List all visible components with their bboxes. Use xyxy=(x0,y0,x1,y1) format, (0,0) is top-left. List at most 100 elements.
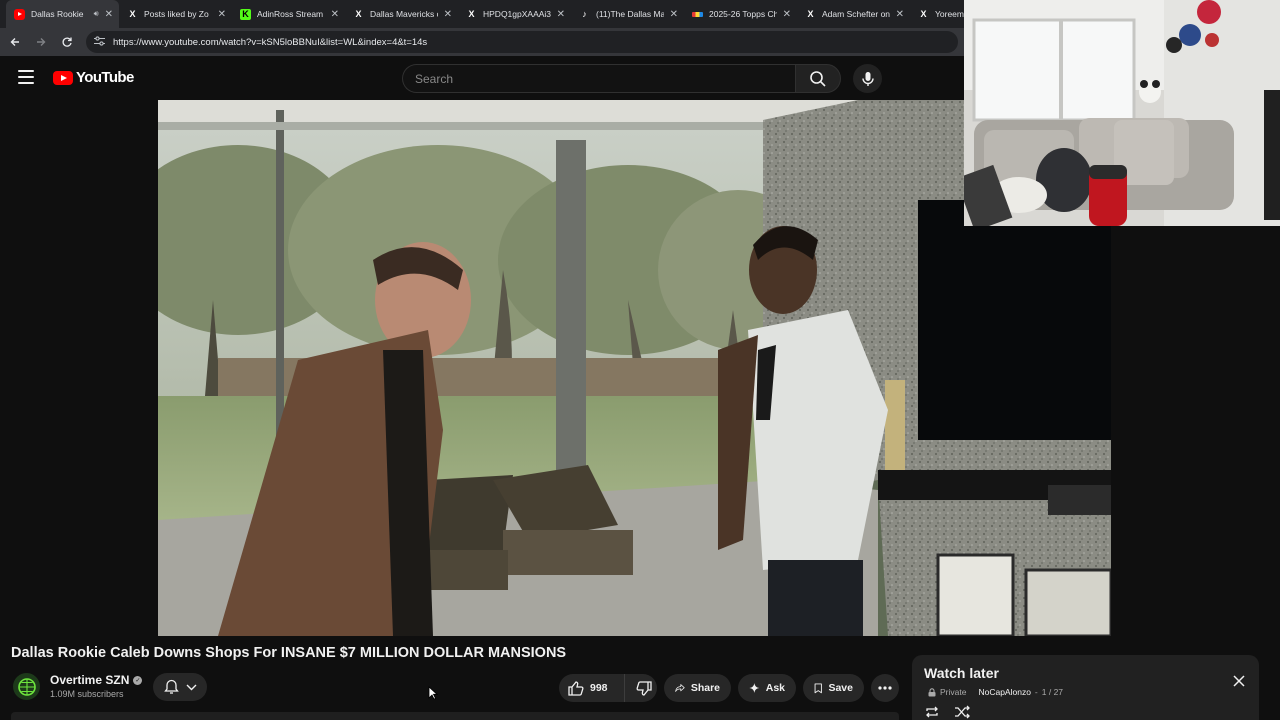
speaker-icon[interactable]: 🔊︎ xyxy=(94,9,99,19)
close-tab-icon[interactable]: ✕ xyxy=(670,9,678,20)
tab-title: 2025-26 Topps Ch xyxy=(709,9,777,19)
webcam-room-scene xyxy=(964,0,1280,226)
playlist-privacy: Private xyxy=(940,687,967,697)
close-playlist-button[interactable] xyxy=(1232,674,1246,688)
topps-icon xyxy=(692,11,703,17)
search-button[interactable] xyxy=(795,64,841,93)
bell-icon xyxy=(163,679,179,694)
close-icon xyxy=(1233,675,1245,687)
channel-name[interactable]: Overtime SZN ✓ xyxy=(50,673,143,687)
browser-tab-strip: Dallas Rookie 🔊︎ ✕ X Posts liked by Zo ✕ K Adin… xyxy=(0,0,964,28)
search-box[interactable] xyxy=(402,64,796,93)
globe-logo-icon xyxy=(17,677,36,696)
browser-tab[interactable]: K AdinRoss Stream ✕ xyxy=(232,0,345,28)
tab-title: (11)The Dallas Ma xyxy=(596,9,664,19)
back-button[interactable] xyxy=(8,35,22,49)
youtube-play-icon xyxy=(53,70,73,85)
more-actions-button[interactable] xyxy=(871,674,899,702)
thumbs-down-icon xyxy=(636,680,652,696)
playlist-meta: Private NoCapAlonzo - 1 / 27 xyxy=(928,687,1063,697)
browser-tab[interactable]: Dallas Rookie 🔊︎ ✕ xyxy=(6,0,119,28)
guide-menu-button[interactable] xyxy=(18,70,34,84)
x-icon: X xyxy=(129,9,136,19)
forward-arrow-icon xyxy=(37,38,46,46)
back-arrow-icon xyxy=(10,38,19,46)
tab-title: Adam Schefter on xyxy=(822,9,890,19)
youtube-header: YouTube xyxy=(0,56,964,100)
channel-name-text: Overtime SZN xyxy=(50,673,130,687)
youtube-logo[interactable]: YouTube xyxy=(53,69,134,86)
forward-button[interactable] xyxy=(34,35,48,49)
url-text: https://www.youtube.com/watch?v=kSN5loBB… xyxy=(113,36,428,48)
browser-tab[interactable]: XYoreem A✕ xyxy=(910,0,964,28)
tab-title: Yoreem A xyxy=(935,9,964,19)
tab-title: Dallas Rookie xyxy=(31,9,84,19)
playlist-title[interactable]: Watch later xyxy=(924,665,999,681)
like-dislike-group: 998 xyxy=(559,674,657,702)
tab-title: HPDQ1gpXAAAi3 xyxy=(483,9,551,19)
browser-tab[interactable]: ♪ (11)The Dallas Ma ✕ xyxy=(571,0,684,28)
reload-button[interactable] xyxy=(60,35,74,49)
playlist-position: 1 / 27 xyxy=(1041,687,1064,697)
loop-icon xyxy=(926,706,938,718)
dislike-button[interactable] xyxy=(631,674,657,702)
share-arrow-icon xyxy=(675,684,685,692)
video-title: Dallas Rookie Caleb Downs Shops For INSA… xyxy=(11,645,567,661)
save-label: Save xyxy=(828,682,853,694)
browser-tab[interactable]: X Posts liked by Zo ✕ xyxy=(119,0,232,28)
close-tab-icon[interactable]: ✕ xyxy=(218,9,226,20)
share-label: Share xyxy=(690,682,720,694)
site-info-icon[interactable] xyxy=(94,36,105,48)
close-tab-icon[interactable]: ✕ xyxy=(331,9,339,20)
x-icon: X xyxy=(468,9,475,19)
tiktok-icon: ♪ xyxy=(582,9,587,19)
loop-playlist-button[interactable] xyxy=(924,705,940,719)
search-icon xyxy=(810,70,826,87)
youtube-icon xyxy=(14,8,25,20)
webcam-overlay xyxy=(964,0,1280,226)
like-button[interactable]: 998 xyxy=(559,674,625,702)
verified-badge-icon: ✓ xyxy=(133,675,143,685)
browser-tab[interactable]: X HPDQ1gpXAAAi3 ✕ xyxy=(458,0,571,28)
tab-title: Posts liked by Zo xyxy=(144,9,209,19)
tab-title: Dallas Mavericks o xyxy=(370,9,438,19)
close-tab-icon[interactable]: ✕ xyxy=(896,9,904,20)
close-tab-icon[interactable]: ✕ xyxy=(557,9,565,20)
ask-label: Ask xyxy=(765,682,785,694)
more-horizontal-icon xyxy=(878,686,892,690)
x-icon: X xyxy=(355,9,362,19)
sparkle-icon xyxy=(749,683,760,693)
lock-icon xyxy=(928,687,936,696)
address-bar[interactable]: https://www.youtube.com/watch?v=kSN5loBB… xyxy=(86,31,958,53)
shuffle-playlist-button[interactable] xyxy=(954,705,970,719)
search-input[interactable] xyxy=(415,71,796,86)
close-tab-icon[interactable]: ✕ xyxy=(444,9,452,20)
watch-later-panel: Watch later Private NoCapAlonzo - 1 / 27 xyxy=(912,655,1259,720)
bookmark-icon xyxy=(814,682,822,693)
shuffle-icon xyxy=(955,705,970,719)
description-box-edge xyxy=(11,712,899,720)
browser-tab[interactable]: X Dallas Mavericks o ✕ xyxy=(345,0,458,28)
save-button[interactable]: Save xyxy=(803,674,864,702)
browser-tab[interactable]: X Adam Schefter on ✕ xyxy=(797,0,910,28)
browser-tab[interactable]: 2025-26 Topps Ch ✕ xyxy=(684,0,797,28)
mouse-cursor-icon xyxy=(428,686,438,700)
x-icon: X xyxy=(920,9,927,19)
tab-title: AdinRoss Stream xyxy=(257,9,324,19)
playlist-owner[interactable]: NoCapAlonzo xyxy=(978,687,1030,697)
share-button[interactable]: Share xyxy=(664,674,731,702)
chevron-down-icon xyxy=(186,684,196,690)
thumbs-up-icon xyxy=(568,680,584,696)
like-count: 998 xyxy=(590,682,608,694)
notification-bell-button[interactable] xyxy=(153,673,207,701)
subscriber-count: 1.09M subscribers xyxy=(50,689,124,699)
channel-avatar[interactable] xyxy=(13,673,40,700)
close-tab-icon[interactable]: ✕ xyxy=(783,9,791,20)
voice-search-button[interactable] xyxy=(853,64,882,93)
ask-button[interactable]: Ask xyxy=(738,674,796,702)
browser-toolbar: https://www.youtube.com/watch?v=kSN5loBB… xyxy=(0,28,964,56)
logo-text: YouTube xyxy=(76,69,134,86)
reload-icon xyxy=(62,37,72,47)
x-icon: X xyxy=(807,9,814,19)
close-tab-icon[interactable]: ✕ xyxy=(105,9,113,20)
